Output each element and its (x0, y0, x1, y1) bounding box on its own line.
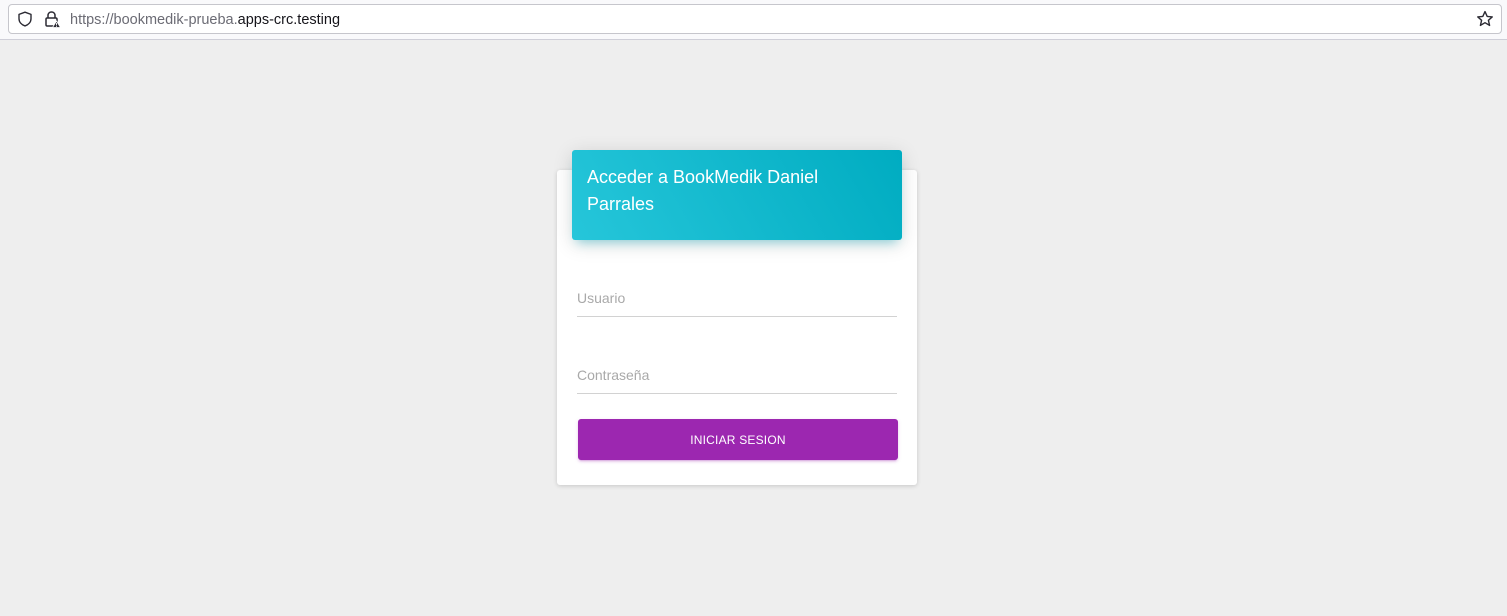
login-card-header: Acceder a BookMedik Daniel Parrales (572, 150, 902, 240)
url-prefix: https://bookmedik-prueba. (70, 12, 238, 28)
browser-toolbar: https://bookmedik-prueba.apps-crc.testin… (0, 0, 1507, 40)
login-button[interactable]: INICIAR SESION (578, 419, 898, 460)
password-input[interactable] (577, 354, 897, 393)
url-domain: apps-crc.testing (237, 12, 341, 28)
password-field (577, 354, 897, 394)
username-input[interactable] (577, 277, 897, 316)
bookmark-star-icon[interactable] (1476, 10, 1494, 28)
username-field (577, 277, 897, 317)
login-title: Acceder a BookMedik Daniel Parrales (587, 167, 819, 214)
url-text[interactable]: https://bookmedik-prueba.apps-crc.testin… (70, 11, 340, 29)
shield-icon[interactable] (17, 11, 33, 27)
insecure-lock-icon[interactable] (43, 10, 61, 28)
address-bar[interactable]: https://bookmedik-prueba.apps-crc.testin… (8, 4, 1502, 34)
